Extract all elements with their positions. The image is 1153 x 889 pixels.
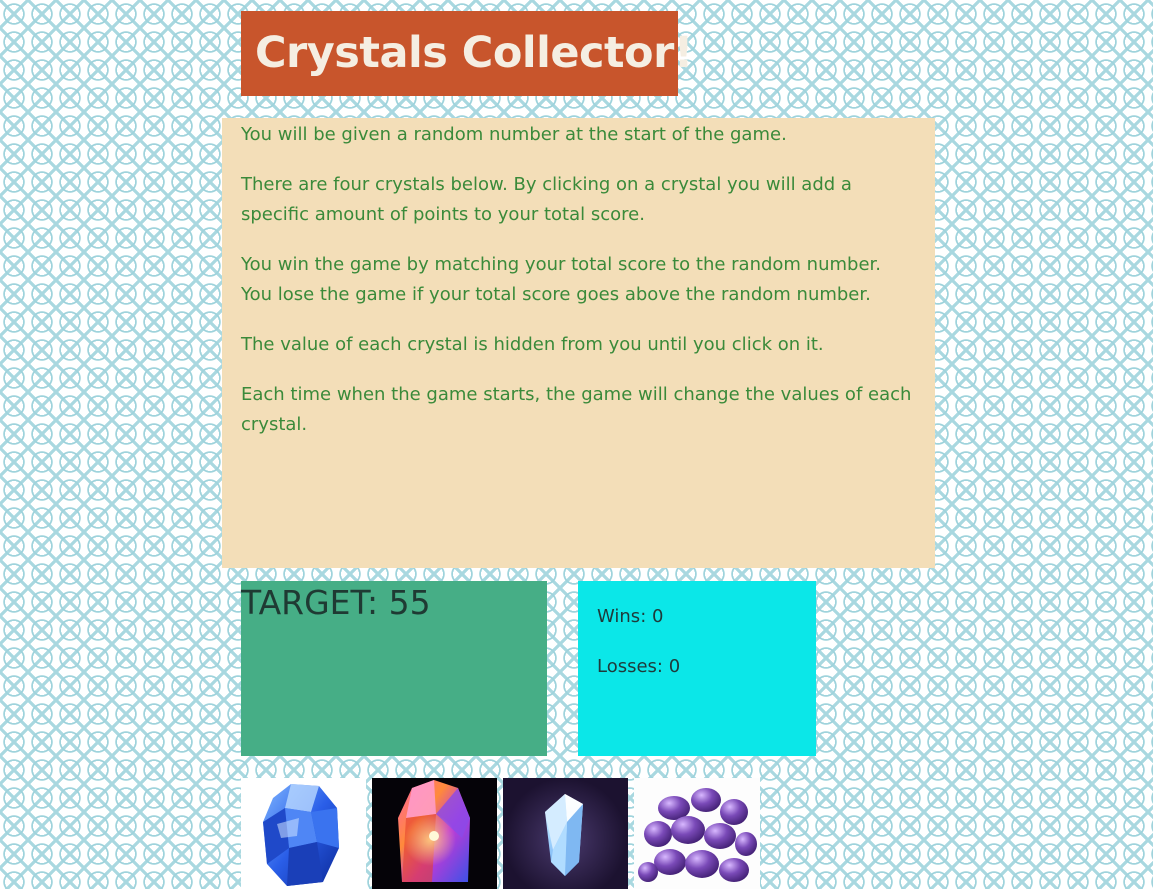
target-panel: TARGET: 55 [241, 581, 547, 756]
crystal-button-1[interactable] [241, 778, 366, 889]
instructions-panel: You will be given a random number at the… [222, 118, 935, 568]
crystal-button-3[interactable] [503, 778, 628, 889]
wins-counter: Wins: 0 [597, 606, 664, 627]
instruction-paragraph: You win the game by matching your total … [241, 254, 882, 305]
amethyst-stones-icon [638, 788, 757, 882]
instruction-paragraph: You will be given a random number at the… [241, 124, 787, 145]
instruction-paragraph: There are four crystals below. By clicki… [241, 174, 852, 225]
crystal-button-2[interactable] [372, 778, 497, 889]
target-number: TARGET: 55 [241, 583, 431, 622]
losses-counter: Losses: 0 [597, 656, 681, 677]
score-panel: Wins: 0 Losses: 0 [578, 581, 816, 756]
blue-crystal-icon [263, 784, 339, 886]
instruction-paragraph: Each time when the game starts, the game… [241, 384, 912, 435]
clear-crystal-icon [545, 794, 583, 876]
instruction-paragraph: The value of each crystal is hidden from… [241, 334, 824, 355]
rainbow-crystal-icon [398, 780, 470, 882]
crystal-button-4[interactable] [634, 778, 760, 889]
page-title: Crystals Collector! [241, 11, 693, 96]
